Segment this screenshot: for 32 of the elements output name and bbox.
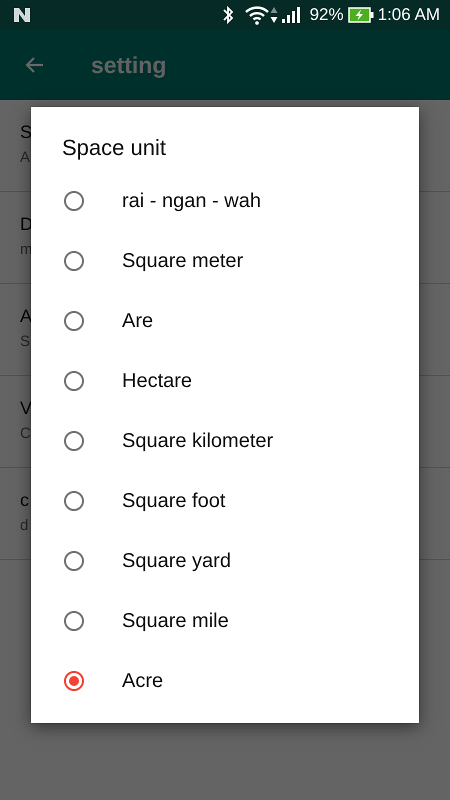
data-arrows-icon [270, 5, 278, 25]
radio-option[interactable]: Hectare [31, 351, 419, 411]
radio-button[interactable] [64, 191, 84, 211]
radio-button[interactable] [64, 251, 84, 271]
radio-option[interactable]: Square kilometer [31, 411, 419, 471]
radio-option[interactable]: Square foot [31, 471, 419, 531]
notification-icon [12, 6, 32, 24]
clock: 1:06 AM [378, 5, 440, 25]
setting-title: c [20, 490, 29, 511]
radio-option[interactable]: Square yard [31, 531, 419, 591]
signal-icon [282, 6, 300, 24]
setting-title: S [20, 122, 32, 143]
radio-button[interactable] [64, 611, 84, 631]
radio-button[interactable] [64, 311, 84, 331]
bluetooth-icon [222, 5, 234, 25]
setting-subtitle: A [20, 149, 30, 166]
radio-option[interactable]: Square mile [31, 591, 419, 651]
radio-button[interactable] [64, 551, 84, 571]
radio-option[interactable]: Square meter [31, 231, 419, 291]
dialog-title: Space unit [61, 135, 167, 161]
radio-option[interactable]: Acre [31, 651, 419, 711]
screen-title: setting [91, 52, 166, 78]
radio-button[interactable] [64, 491, 84, 511]
battery-percent: 92% [310, 5, 344, 25]
setting-title: A [20, 306, 32, 327]
radio-option[interactable]: Are [31, 291, 419, 351]
radio-option[interactable]: rai - ngan - wah [31, 171, 419, 231]
radio-button[interactable] [64, 371, 84, 391]
radio-button[interactable] [64, 431, 84, 451]
radio-button[interactable] [64, 671, 84, 691]
wifi-icon [244, 5, 270, 25]
setting-title: V [20, 398, 32, 419]
